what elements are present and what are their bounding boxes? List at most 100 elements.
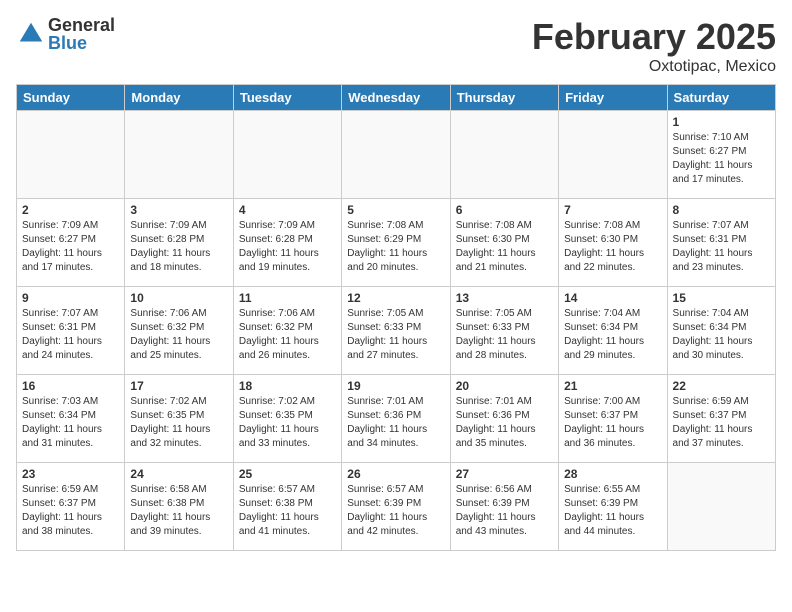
day-number: 13 <box>456 291 553 305</box>
page-header: General Blue February 2025 Oxtotipac, Me… <box>16 16 776 76</box>
day-info: Sunrise: 7:02 AM Sunset: 6:35 PM Dayligh… <box>130 395 227 451</box>
day-number: 19 <box>347 379 444 393</box>
calendar-day-cell <box>17 111 125 199</box>
day-info: Sunrise: 6:59 AM Sunset: 6:37 PM Dayligh… <box>22 483 119 539</box>
calendar-day-cell: 7Sunrise: 7:08 AM Sunset: 6:30 PM Daylig… <box>559 199 667 287</box>
calendar-day-cell: 11 Sunrise: 7:06 AM Sunset: 6:32 PM Dayli… <box>233 287 341 375</box>
calendar-day-cell: 23 Sunrise: 6:59 AM Sunset: 6:37 PM Dayli… <box>17 463 125 551</box>
calendar-day-cell: 17 Sunrise: 7:02 AM Sunset: 6:35 PM Dayli… <box>125 375 233 463</box>
location-subtitle: Oxtotipac, Mexico <box>532 58 776 76</box>
day-info: Sunrise: 7:01 AM Sunset: 6:36 PM Dayligh… <box>456 395 553 451</box>
calendar-day-cell: 16 Sunrise: 7:03 AM Sunset: 6:34 PM Dayli… <box>17 375 125 463</box>
day-info: Sunrise: 7:09 AM Sunset: 6:27 PM Dayligh… <box>22 219 119 275</box>
day-info: Sunrise: 7:05 AM Sunset: 6:33 PM Dayligh… <box>456 307 553 363</box>
day-number: 15 <box>673 291 770 305</box>
day-number: 9 <box>22 291 119 305</box>
logo-blue: Blue <box>48 34 115 52</box>
calendar-day-cell: 28 Sunrise: 6:55 AM Sunset: 6:39 PM Dayli… <box>559 463 667 551</box>
day-number: 21 <box>564 379 661 393</box>
day-number: 17 <box>130 379 227 393</box>
calendar-week-row: 9 Sunrise: 7:07 AM Sunset: 6:31 PM Daylig… <box>17 287 776 375</box>
day-number: 8 <box>673 203 770 217</box>
day-number: 25 <box>239 467 336 481</box>
calendar-day-cell: 14Sunrise: 7:04 AM Sunset: 6:34 PM Dayli… <box>559 287 667 375</box>
day-info: Sunrise: 7:04 AM Sunset: 6:34 PM Dayligh… <box>673 307 770 363</box>
calendar-day-cell: 20Sunrise: 7:01 AM Sunset: 6:36 PM Dayli… <box>450 375 558 463</box>
day-number: 18 <box>239 379 336 393</box>
weekday-header: Wednesday <box>342 85 450 111</box>
weekday-header: Sunday <box>17 85 125 111</box>
calendar-day-cell: 10Sunrise: 7:06 AM Sunset: 6:32 PM Dayli… <box>125 287 233 375</box>
calendar-day-cell: 18 Sunrise: 7:02 AM Sunset: 6:35 PM Dayli… <box>233 375 341 463</box>
weekday-header: Monday <box>125 85 233 111</box>
calendar-week-row: 2 Sunrise: 7:09 AM Sunset: 6:27 PM Daylig… <box>17 199 776 287</box>
day-number: 3 <box>130 203 227 217</box>
calendar-day-cell: 2 Sunrise: 7:09 AM Sunset: 6:27 PM Daylig… <box>17 199 125 287</box>
day-info: Sunrise: 7:07 AM Sunset: 6:31 PM Dayligh… <box>22 307 119 363</box>
day-info: Sunrise: 7:07 AM Sunset: 6:31 PM Dayligh… <box>673 219 770 275</box>
day-info: Sunrise: 7:05 AM Sunset: 6:33 PM Dayligh… <box>347 307 444 363</box>
calendar-day-cell: 21 Sunrise: 7:00 AM Sunset: 6:37 PM Dayli… <box>559 375 667 463</box>
day-number: 1 <box>673 115 770 129</box>
calendar-day-cell: 22Sunrise: 6:59 AM Sunset: 6:37 PM Dayli… <box>667 375 775 463</box>
day-info: Sunrise: 7:08 AM Sunset: 6:30 PM Dayligh… <box>456 219 553 275</box>
logo-general: General <box>48 16 115 34</box>
calendar-day-cell: 5 Sunrise: 7:08 AM Sunset: 6:29 PM Daylig… <box>342 199 450 287</box>
calendar-day-cell <box>559 111 667 199</box>
calendar-day-cell <box>450 111 558 199</box>
calendar-table: SundayMondayTuesdayWednesdayThursdayFrid… <box>16 84 776 551</box>
day-info: Sunrise: 6:55 AM Sunset: 6:39 PM Dayligh… <box>564 483 661 539</box>
calendar-day-cell: 13 Sunrise: 7:05 AM Sunset: 6:33 PM Dayli… <box>450 287 558 375</box>
day-info: Sunrise: 6:58 AM Sunset: 6:38 PM Dayligh… <box>130 483 227 539</box>
calendar-day-cell: 8 Sunrise: 7:07 AM Sunset: 6:31 PM Daylig… <box>667 199 775 287</box>
day-info: Sunrise: 7:09 AM Sunset: 6:28 PM Dayligh… <box>239 219 336 275</box>
calendar-day-cell: 9 Sunrise: 7:07 AM Sunset: 6:31 PM Daylig… <box>17 287 125 375</box>
day-number: 11 <box>239 291 336 305</box>
logo-text: General Blue <box>48 16 115 52</box>
calendar-day-cell: 24 Sunrise: 6:58 AM Sunset: 6:38 PM Dayli… <box>125 463 233 551</box>
day-number: 23 <box>22 467 119 481</box>
calendar-day-cell <box>342 111 450 199</box>
day-number: 27 <box>456 467 553 481</box>
weekday-header: Thursday <box>450 85 558 111</box>
day-number: 26 <box>347 467 444 481</box>
day-info: Sunrise: 6:57 AM Sunset: 6:39 PM Dayligh… <box>347 483 444 539</box>
day-info: Sunrise: 7:02 AM Sunset: 6:35 PM Dayligh… <box>239 395 336 451</box>
day-info: Sunrise: 7:01 AM Sunset: 6:36 PM Dayligh… <box>347 395 444 451</box>
day-number: 5 <box>347 203 444 217</box>
calendar-header-row: SundayMondayTuesdayWednesdayThursdayFrid… <box>17 85 776 111</box>
calendar-day-cell: 25 Sunrise: 6:57 AM Sunset: 6:38 PM Dayli… <box>233 463 341 551</box>
day-info: Sunrise: 7:00 AM Sunset: 6:37 PM Dayligh… <box>564 395 661 451</box>
calendar-week-row: 23 Sunrise: 6:59 AM Sunset: 6:37 PM Dayli… <box>17 463 776 551</box>
day-number: 2 <box>22 203 119 217</box>
calendar-day-cell: 6 Sunrise: 7:08 AM Sunset: 6:30 PM Daylig… <box>450 199 558 287</box>
day-number: 24 <box>130 467 227 481</box>
day-info: Sunrise: 7:08 AM Sunset: 6:29 PM Dayligh… <box>347 219 444 275</box>
calendar-week-row: 16 Sunrise: 7:03 AM Sunset: 6:34 PM Dayli… <box>17 375 776 463</box>
calendar-week-row: 1Sunrise: 7:10 AM Sunset: 6:27 PM Daylig… <box>17 111 776 199</box>
day-info: Sunrise: 7:03 AM Sunset: 6:34 PM Dayligh… <box>22 395 119 451</box>
calendar-day-cell: 1Sunrise: 7:10 AM Sunset: 6:27 PM Daylig… <box>667 111 775 199</box>
day-info: Sunrise: 7:09 AM Sunset: 6:28 PM Dayligh… <box>130 219 227 275</box>
day-number: 28 <box>564 467 661 481</box>
calendar-day-cell <box>125 111 233 199</box>
day-info: Sunrise: 7:04 AM Sunset: 6:34 PM Dayligh… <box>564 307 661 363</box>
weekday-header: Saturday <box>667 85 775 111</box>
calendar-day-cell: 15 Sunrise: 7:04 AM Sunset: 6:34 PM Dayli… <box>667 287 775 375</box>
calendar-day-cell: 12Sunrise: 7:05 AM Sunset: 6:33 PM Dayli… <box>342 287 450 375</box>
month-title: February 2025 <box>532 16 776 58</box>
logo: General Blue <box>16 16 115 52</box>
day-info: Sunrise: 6:56 AM Sunset: 6:39 PM Dayligh… <box>456 483 553 539</box>
weekday-header: Tuesday <box>233 85 341 111</box>
day-number: 16 <box>22 379 119 393</box>
day-info: Sunrise: 6:57 AM Sunset: 6:38 PM Dayligh… <box>239 483 336 539</box>
calendar-day-cell <box>233 111 341 199</box>
day-number: 6 <box>456 203 553 217</box>
day-number: 4 <box>239 203 336 217</box>
day-number: 22 <box>673 379 770 393</box>
title-block: February 2025 Oxtotipac, Mexico <box>532 16 776 76</box>
calendar-day-cell: 3 Sunrise: 7:09 AM Sunset: 6:28 PM Daylig… <box>125 199 233 287</box>
day-number: 7 <box>564 203 661 217</box>
calendar-day-cell <box>667 463 775 551</box>
day-info: Sunrise: 7:06 AM Sunset: 6:32 PM Dayligh… <box>239 307 336 363</box>
